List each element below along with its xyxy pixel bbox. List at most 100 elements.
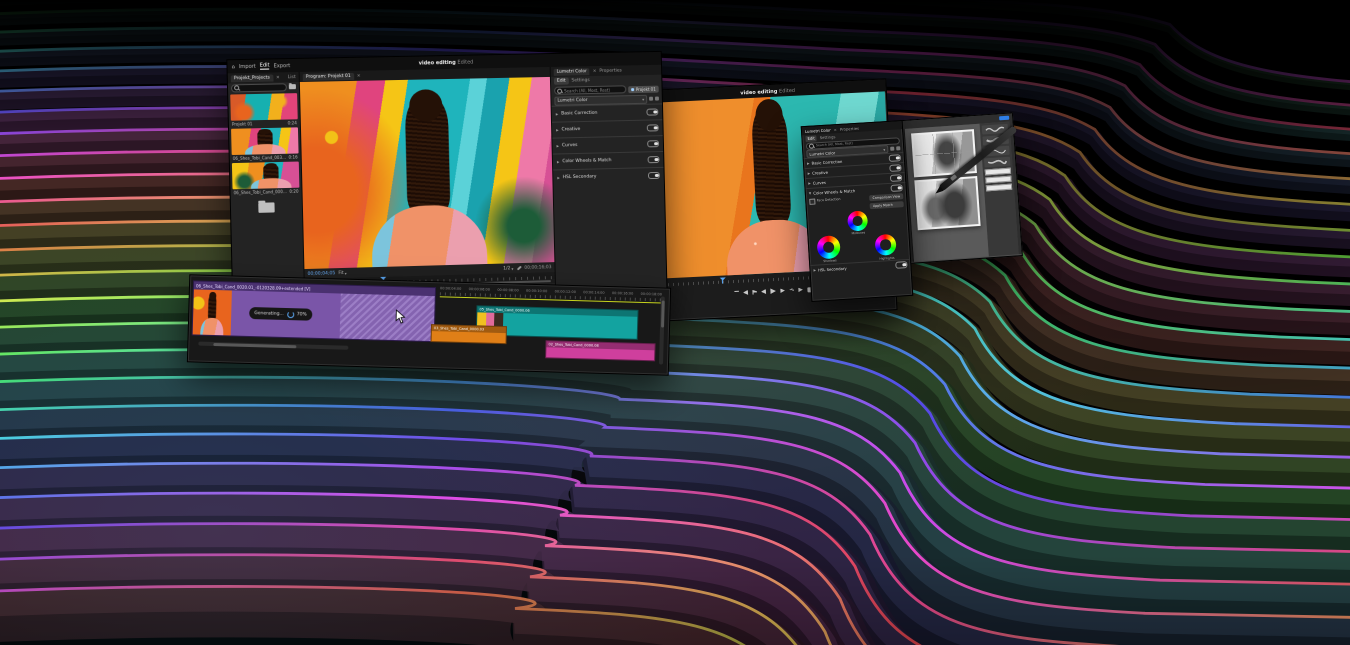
section-hsl-secondary[interactable]: ▸ HSL Secondary [553, 167, 664, 186]
generating-clip[interactable]: 06_Shes_Tobi_Cand_0020.01_-0120328.09+ex… [192, 280, 436, 340]
brush-stroke-icon [986, 147, 1006, 155]
brush-preset[interactable] [983, 146, 1010, 157]
transport-button[interactable] [780, 288, 785, 293]
selected-clip-button[interactable]: Projekt 01 [628, 85, 659, 93]
tab-program[interactable]: Program: Projekt 01 [303, 72, 354, 80]
color-swatch[interactable] [985, 176, 1011, 184]
ruler-tick: 00:00:18:00 [640, 292, 662, 302]
search-input[interactable] [231, 83, 287, 92]
tab-lumetri-color[interactable]: Lumetri Color [805, 127, 831, 134]
transport-button[interactable] [770, 288, 776, 294]
folder-icon[interactable] [289, 84, 296, 89]
clip-name: 06_Shes_Tobi_Cand_0030.04 [233, 155, 287, 161]
close-icon[interactable]: × [276, 75, 280, 80]
close-icon[interactable]: × [357, 73, 361, 78]
figure-sweater [371, 205, 488, 269]
video-frame [193, 289, 232, 335]
close-icon[interactable]: × [834, 127, 837, 132]
color-swatch[interactable] [985, 168, 1011, 176]
face-detection-checkbox[interactable] [809, 199, 815, 205]
shadows-wheel[interactable] [816, 235, 840, 259]
brush-stroke-icon [985, 125, 1005, 133]
toggle-switch[interactable] [648, 172, 660, 179]
transport-button[interactable] [798, 287, 803, 292]
effects-search-input[interactable]: Search (All, Most, Rest) [554, 85, 626, 94]
timeline-horizontal-scrollbar[interactable] [198, 342, 348, 350]
toggle-switch[interactable] [890, 174, 902, 182]
lumetri-color-panel: Lumetri Color × Properties Edit Settings… [551, 65, 667, 304]
midtones-wheel[interactable] [847, 210, 868, 231]
figure [751, 103, 792, 228]
comparison-view-button[interactable]: Comparison View [869, 193, 903, 201]
figure [405, 94, 451, 218]
color-wheels: Midtones Shadows Highlights [807, 207, 910, 265]
generating-status: Generating... 70% [249, 307, 312, 321]
highlights-wheel[interactable] [874, 234, 896, 256]
brush-preset[interactable] [982, 135, 1009, 146]
transport-button[interactable] [761, 289, 766, 294]
timeline-clip-video1[interactable]: 03_Shes_Tobi_Cand_0000.03 [431, 324, 507, 344]
close-icon[interactable]: × [593, 69, 597, 74]
toggle-switch[interactable] [646, 108, 658, 115]
subtab-settings[interactable]: Settings [820, 134, 836, 140]
tab-properties[interactable]: Properties [599, 68, 622, 73]
panel-icon[interactable] [655, 97, 659, 101]
toggle-switch[interactable] [647, 140, 659, 147]
toggle-switch[interactable] [889, 154, 901, 162]
chevron-down-icon: ▾ [345, 270, 347, 275]
progress-spinner-icon [287, 311, 294, 318]
toggle-switch[interactable] [889, 164, 901, 172]
brush-preset[interactable] [982, 124, 1009, 135]
project-item[interactable]: 06_Shes_Tobi_Cand_0000.04 0:20 [232, 162, 300, 196]
chevron-right-icon: ▸ [557, 175, 560, 181]
settings-wrench-icon[interactable] [516, 266, 521, 271]
toggle-switch[interactable] [647, 124, 659, 131]
clip-thumbnail [193, 289, 232, 335]
subtab-edit[interactable]: Edit [554, 78, 569, 85]
panel-icon[interactable] [649, 97, 653, 101]
accent-button[interactable] [999, 116, 1009, 121]
canvas-area[interactable] [905, 124, 989, 262]
clip-name: 03_Shes_Tobi_Cand_0000.03 [432, 325, 506, 333]
toggle-switch[interactable] [648, 156, 660, 163]
window-title-status: Edited [457, 59, 473, 65]
brush-preset[interactable] [984, 157, 1011, 168]
bin-folder-icon[interactable] [258, 202, 274, 212]
project-search-row [228, 82, 299, 93]
project-item[interactable]: 06_Shes_Tobi_Cand_0030.04 0:16 [231, 127, 299, 161]
storyboard-frame[interactable] [914, 176, 980, 230]
chevron-down-icon: ▾ [642, 96, 644, 101]
tab-project[interactable]: Projekt_Projects [231, 74, 273, 82]
chevron-right-icon: ▸ [807, 160, 810, 166]
transport-button[interactable] [789, 288, 794, 293]
toggle-switch[interactable] [890, 184, 902, 192]
transport-button[interactable] [752, 289, 757, 294]
project-item[interactable]: Projekt 01 0:24 [230, 93, 298, 127]
clip-name: Projekt 01 [232, 121, 286, 127]
tab-lumetri-color[interactable]: Lumetri Color [554, 68, 590, 76]
program-preview [300, 77, 555, 269]
tab-properties[interactable]: Properties [840, 125, 859, 131]
face-detection-label: Face Detection [817, 197, 841, 202]
view-toggle-list[interactable]: List [288, 75, 296, 80]
transport-button[interactable] [734, 290, 739, 295]
storyboard-frame[interactable] [911, 129, 977, 177]
resolution-dropdown[interactable]: 1/2 ▾ [503, 266, 513, 271]
panel-icon[interactable] [890, 147, 894, 151]
subtab-edit[interactable]: Edit [805, 135, 817, 142]
stage: ⌂ Import Edit Export video editing Edite… [0, 0, 1350, 645]
color-swatch[interactable] [986, 184, 1012, 192]
chevron-right-icon: ▸ [556, 127, 559, 133]
timeline-clip-audio1[interactable]: 02_Shes_Tobi_Cand_0000.08 [545, 340, 655, 361]
timeline-vertical-scrollbar[interactable] [659, 296, 665, 364]
playhead[interactable] [722, 278, 723, 284]
transport-button[interactable] [743, 290, 748, 295]
floating-lumetri-panel: Lumetri Color × Properties Edit Settings… [801, 120, 914, 302]
subtab-settings[interactable]: Settings [571, 78, 589, 83]
toggle-switch[interactable] [895, 261, 907, 269]
panel-icon[interactable] [896, 146, 900, 150]
search-icon [234, 85, 239, 90]
ruler-tick: 00:00:12:00 [554, 289, 576, 299]
fit-dropdown[interactable]: Fit ▾ [338, 270, 346, 275]
video-frame [300, 77, 555, 269]
